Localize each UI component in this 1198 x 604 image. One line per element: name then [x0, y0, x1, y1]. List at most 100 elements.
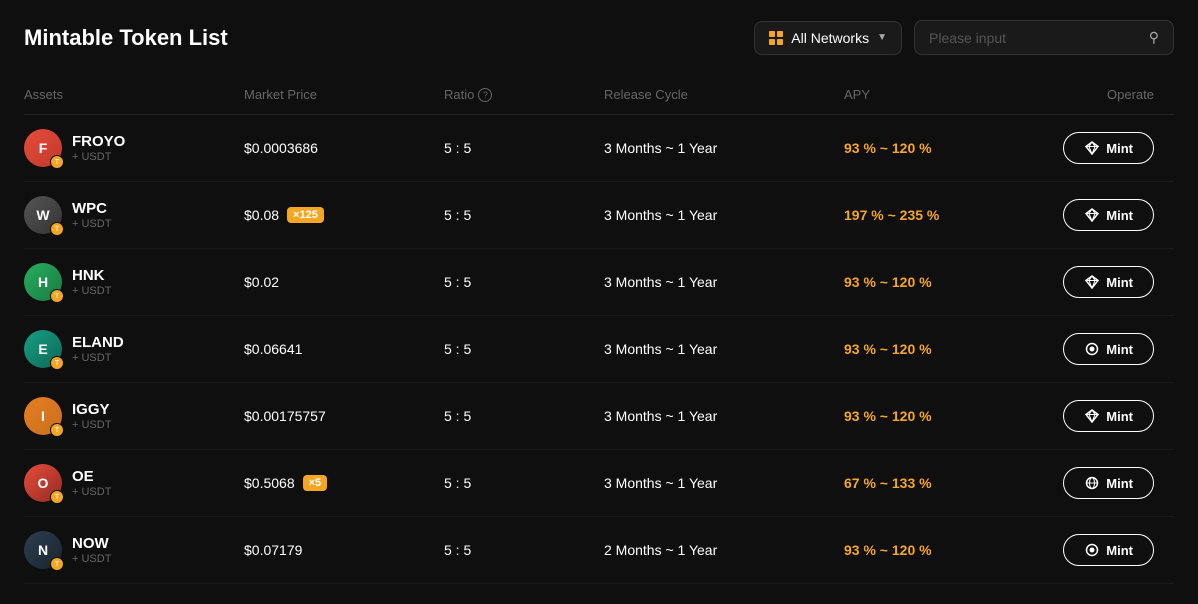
table-row: F T FROYO + USDT $0.0003686 5 : 5 3 Mont… [24, 115, 1174, 182]
token-sub-icon: T [50, 222, 64, 236]
header-controls: All Networks ▼ ⚲ [754, 20, 1174, 55]
search-icon: ⚲ [1149, 29, 1159, 46]
release-cycle-cell: 3 Months ~ 1 Year [604, 207, 844, 223]
ratio-cell: 5 : 5 [444, 140, 604, 156]
token-pair: + USDT [72, 151, 125, 163]
mint-button[interactable]: Mint [1063, 467, 1154, 499]
mint-icon [1084, 542, 1100, 558]
price-cell: $0.02 [244, 274, 444, 290]
token-sub-icon: T [50, 356, 64, 370]
token-price: $0.00175757 [244, 408, 326, 424]
mint-icon [1084, 408, 1100, 424]
operate-cell: Mint [1024, 333, 1154, 365]
mint-button[interactable]: Mint [1063, 199, 1154, 231]
token-pair: + USDT [72, 218, 111, 230]
ratio-cell: 5 : 5 [444, 408, 604, 424]
token-info: NOW + USDT [72, 535, 111, 565]
token-info: FROYO + USDT [72, 133, 125, 163]
page-header: Mintable Token List All Networks ▼ ⚲ [24, 20, 1174, 55]
asset-cell: N T NOW + USDT [24, 531, 244, 569]
asset-cell: I T IGGY + USDT [24, 397, 244, 435]
release-cycle-cell: 2 Months ~ 1 Year [604, 542, 844, 558]
col-market-price: Market Price [244, 87, 444, 102]
token-name: HNK [72, 267, 111, 284]
apy-cell: 67 % ~ 133 % [844, 475, 1024, 491]
token-pair: + USDT [72, 285, 111, 297]
token-price: $0.08 [244, 207, 279, 223]
search-input[interactable] [929, 30, 1141, 46]
mint-button[interactable]: Mint [1063, 132, 1154, 164]
operate-cell: Mint [1024, 534, 1154, 566]
apy-cell: 93 % ~ 120 % [844, 274, 1024, 290]
price-cell: $0.08 ×125 [244, 207, 444, 223]
apy-cell: 93 % ~ 120 % [844, 140, 1024, 156]
token-price: $0.07179 [244, 542, 302, 558]
search-box: ⚲ [914, 20, 1174, 55]
mint-label: Mint [1106, 476, 1133, 491]
mint-label: Mint [1106, 208, 1133, 223]
token-name: ELAND [72, 334, 124, 351]
mint-label: Mint [1106, 543, 1133, 558]
token-sub-icon: T [50, 557, 64, 571]
token-price: $0.06641 [244, 341, 302, 357]
price-cell: $0.00175757 [244, 408, 444, 424]
grid-icon [769, 31, 783, 45]
token-info: ELAND + USDT [72, 334, 124, 364]
mint-label: Mint [1106, 275, 1133, 290]
token-sub-icon: T [50, 423, 64, 437]
multiplier-badge: ×125 [287, 207, 324, 223]
token-price: $0.5068 [244, 475, 295, 491]
table-row: N T NOW + USDT $0.07179 5 : 5 2 Months ~… [24, 517, 1174, 584]
asset-cell: O T OE + USDT [24, 464, 244, 502]
token-sub-icon: T [50, 490, 64, 504]
token-name: IGGY [72, 401, 111, 418]
token-avatar: O T [24, 464, 62, 502]
token-sub-icon: T [50, 289, 64, 303]
ratio-cell: 5 : 5 [444, 341, 604, 357]
price-cell: $0.07179 [244, 542, 444, 558]
token-info: WPC + USDT [72, 200, 111, 230]
token-avatar: F T [24, 129, 62, 167]
mint-icon [1084, 140, 1100, 156]
col-assets: Assets [24, 87, 244, 102]
col-release-cycle: Release Cycle [604, 87, 844, 102]
mint-button[interactable]: Mint [1063, 534, 1154, 566]
token-pair: + USDT [72, 553, 111, 565]
token-price: $0.0003686 [244, 140, 318, 156]
asset-cell: W T WPC + USDT [24, 196, 244, 234]
page-title: Mintable Token List [24, 25, 228, 51]
token-info: OE + USDT [72, 468, 111, 498]
table-row: E T ELAND + USDT $0.06641 5 : 5 3 Months… [24, 316, 1174, 383]
network-selector-label: All Networks [791, 30, 869, 46]
col-operate: Operate [1024, 87, 1154, 102]
token-price: $0.02 [244, 274, 279, 290]
mint-icon [1084, 475, 1100, 491]
apy-cell: 93 % ~ 120 % [844, 542, 1024, 558]
token-pair: + USDT [72, 486, 111, 498]
chevron-down-icon: ▼ [877, 32, 887, 43]
release-cycle-cell: 3 Months ~ 1 Year [604, 274, 844, 290]
apy-cell: 197 % ~ 235 % [844, 207, 1024, 223]
ratio-cell: 5 : 5 [444, 207, 604, 223]
token-info: IGGY + USDT [72, 401, 111, 431]
mint-button[interactable]: Mint [1063, 400, 1154, 432]
price-cell: $0.5068 ×5 [244, 475, 444, 491]
price-cell: $0.0003686 [244, 140, 444, 156]
token-name: NOW [72, 535, 111, 552]
mint-button[interactable]: Mint [1063, 333, 1154, 365]
table-header: Assets Market Price Ratio ? Release Cycl… [24, 79, 1174, 115]
operate-cell: Mint [1024, 467, 1154, 499]
ratio-info-icon[interactable]: ? [478, 88, 492, 102]
asset-cell: F T FROYO + USDT [24, 129, 244, 167]
mint-button[interactable]: Mint [1063, 266, 1154, 298]
token-table: Assets Market Price Ratio ? Release Cycl… [24, 79, 1174, 584]
price-cell: $0.06641 [244, 341, 444, 357]
mint-label: Mint [1106, 409, 1133, 424]
mint-label: Mint [1106, 141, 1133, 156]
network-selector[interactable]: All Networks ▼ [754, 21, 902, 55]
operate-cell: Mint [1024, 199, 1154, 231]
table-body: F T FROYO + USDT $0.0003686 5 : 5 3 Mont… [24, 115, 1174, 584]
release-cycle-cell: 3 Months ~ 1 Year [604, 140, 844, 156]
token-sub-icon: T [50, 155, 64, 169]
table-row: I T IGGY + USDT $0.00175757 5 : 5 3 Mont… [24, 383, 1174, 450]
